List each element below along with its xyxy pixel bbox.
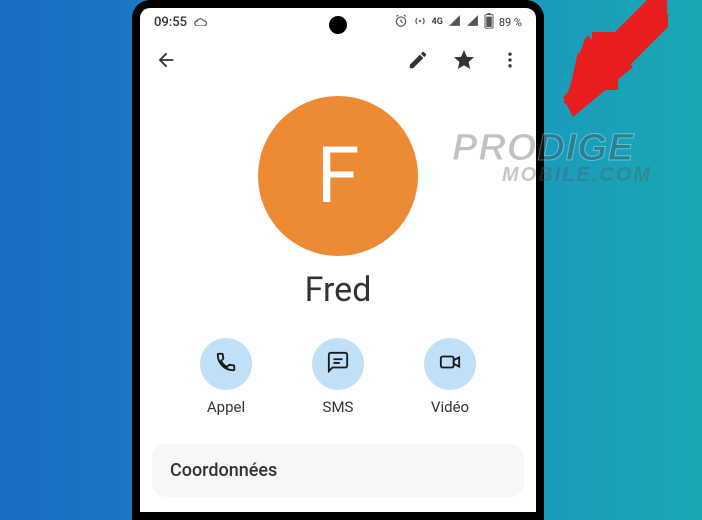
action-row: Appel SMS Vidéo: [140, 338, 536, 416]
phone-frame: 09:55 4G: [132, 0, 544, 520]
video-icon: [438, 351, 462, 377]
screen: 09:55 4G: [140, 8, 536, 512]
hotspot-icon: [413, 14, 427, 31]
callout-arrow: [538, 2, 668, 122]
back-button[interactable]: [154, 48, 178, 72]
camera-hole: [329, 16, 347, 34]
message-icon: [327, 351, 349, 377]
call-button[interactable]: Appel: [200, 338, 252, 416]
signal-icon-1: [448, 14, 461, 30]
battery-percent: 89 %: [499, 16, 522, 29]
details-section: Coordonnées: [152, 444, 524, 497]
status-time: 09:55: [154, 15, 187, 30]
phone-icon: [215, 351, 237, 377]
alarm-icon: [394, 14, 408, 31]
contact-name: Fred: [140, 270, 536, 310]
call-label: Appel: [207, 398, 245, 416]
video-label: Vidéo: [431, 398, 469, 416]
favorite-button[interactable]: [452, 48, 476, 72]
avatar-initial: F: [316, 131, 359, 222]
more-button[interactable]: [498, 48, 522, 72]
edit-button[interactable]: [406, 48, 430, 72]
weather-icon: [193, 14, 209, 30]
network-type: 4G: [432, 17, 443, 27]
app-bar: [140, 36, 536, 84]
signal-icon-2: [466, 14, 479, 30]
details-title: Coordonnées: [170, 460, 277, 481]
contact-avatar[interactable]: F: [258, 96, 418, 256]
callout-arrow-overlay: [532, 0, 672, 120]
battery-icon: [484, 13, 494, 32]
video-button[interactable]: Vidéo: [424, 338, 476, 416]
sms-label: SMS: [323, 398, 354, 416]
sms-button[interactable]: SMS: [312, 338, 364, 416]
